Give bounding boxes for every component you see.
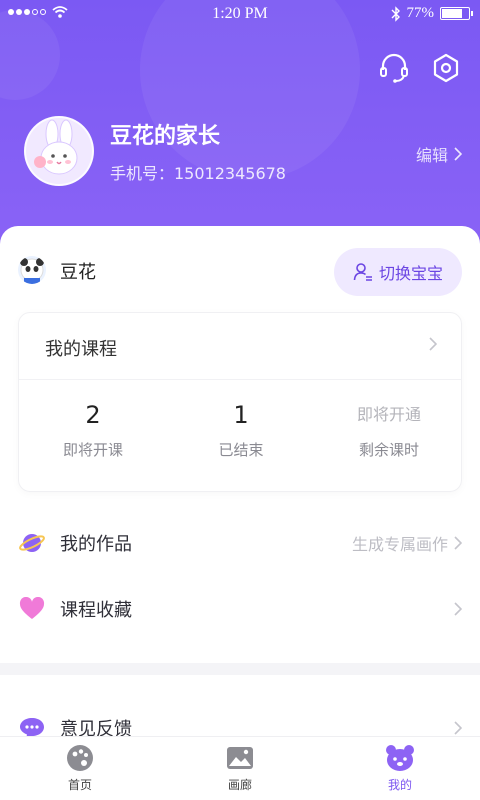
menu-label: 我的作品	[60, 534, 132, 555]
chevron-right-icon[interactable]	[429, 337, 437, 351]
profile-header: 1:20 PM 77% 豆花的家长 手机号：15012345678 编辑	[0, 0, 480, 250]
stat-label: 剩余课时	[358, 441, 419, 459]
status-bar: 1:20 PM 77%	[0, 0, 480, 28]
tab-gallery[interactable]: 画廊	[160, 737, 320, 800]
child-name: 豆花	[60, 262, 96, 283]
stat-label: 已结束	[218, 441, 264, 459]
my-courses-card: 我的课程 2 即将开课 1 已结束 即将开通 剩余课时	[18, 312, 462, 492]
edit-label: 编辑	[415, 146, 448, 165]
switch-user-icon	[353, 263, 372, 281]
switch-child-button[interactable]: 切换宝宝	[334, 248, 462, 296]
planet-icon	[18, 529, 46, 557]
switch-child-label: 切换宝宝	[378, 264, 443, 283]
menu-hint: 生成专属画作	[351, 535, 448, 554]
child-avatar[interactable]	[18, 256, 46, 284]
chevron-right-icon	[454, 147, 462, 161]
child-row: 豆花 切换宝宝	[18, 248, 462, 300]
status-right: 77%	[391, 5, 473, 22]
bottom-tab-bar: 首页 画廊 我的	[0, 736, 480, 800]
bluetooth-icon	[391, 5, 400, 22]
stat-finished[interactable]: 1 已结束	[167, 397, 315, 460]
tab-label: 画廊	[227, 778, 252, 792]
tab-home[interactable]: 首页	[0, 737, 160, 800]
main-content: 豆花 切换宝宝 我的课程 2 即将开课 1 已结束 即将开通 剩余课时 我的作品…	[0, 226, 480, 756]
stat-remaining[interactable]: 即将开通 剩余课时	[315, 397, 463, 460]
palette-icon	[67, 745, 93, 771]
stat-value: 即将开通	[356, 405, 421, 424]
edit-profile-button[interactable]: 编辑	[416, 142, 462, 166]
stat-upcoming[interactable]: 2 即将开课	[19, 397, 167, 460]
bear-face-icon	[386, 745, 414, 771]
chevron-right-icon	[454, 536, 462, 550]
menu-my-works[interactable]: 我的作品 生成专属画作	[18, 515, 462, 571]
battery-icon	[440, 7, 473, 20]
stat-value: 1	[233, 401, 249, 429]
menu-course-favorites[interactable]: 课程收藏	[18, 581, 462, 637]
my-courses-title[interactable]: 我的课程	[45, 335, 117, 361]
user-name: 豆花的家长	[110, 124, 221, 149]
section-separator	[0, 663, 480, 675]
tab-mine[interactable]: 我的	[320, 737, 480, 800]
stat-label: 即将开课	[62, 441, 123, 459]
customer-service-icon[interactable]	[378, 52, 410, 84]
tab-label: 我的	[387, 778, 412, 792]
menu-label: 课程收藏	[60, 600, 132, 621]
settings-icon[interactable]	[430, 52, 462, 84]
battery-percent: 77%	[406, 5, 435, 21]
heart-icon	[18, 595, 46, 623]
picture-icon	[227, 747, 253, 769]
user-phone: 手机号：15012345678	[110, 164, 286, 183]
chevron-right-icon	[454, 721, 462, 735]
chevron-right-icon	[454, 602, 462, 616]
user-avatar[interactable]	[24, 116, 94, 186]
tab-label: 首页	[67, 778, 92, 792]
stat-value: 2	[85, 401, 101, 429]
bunny-avatar-icon	[34, 119, 78, 175]
divider	[19, 379, 461, 380]
panda-icon	[20, 258, 44, 284]
